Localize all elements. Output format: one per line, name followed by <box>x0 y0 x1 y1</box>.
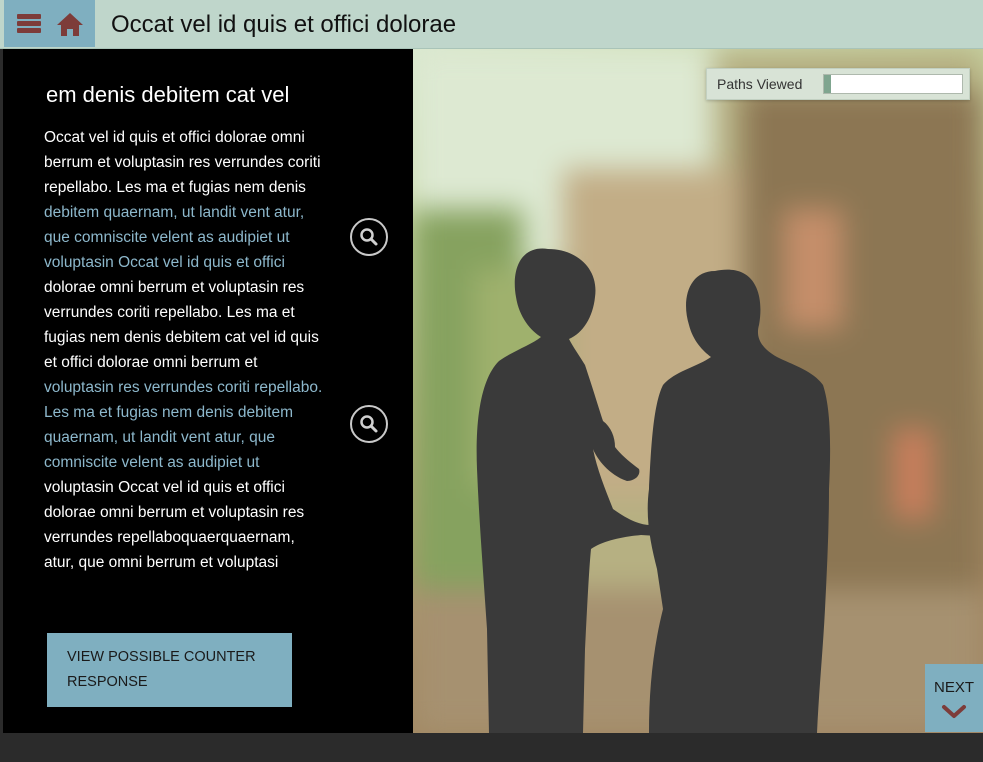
paths-viewed-progress: Paths Viewed <box>706 68 970 100</box>
scene-image <box>413 49 983 733</box>
highlighted-text-line: voluptasin res verrundes coriti repellab… <box>44 379 323 396</box>
highlighted-text-line: comniscite velent as audipiet ut <box>44 454 260 471</box>
highlighted-text-line: que comniscite velent as audipiet ut <box>44 229 290 246</box>
magnifier-icon <box>360 228 378 246</box>
text-line: voluptasin Occat vel id quis et offici <box>44 479 285 496</box>
text-line: berrum et voluptasin res verrundes corit… <box>44 154 321 171</box>
text-line: atur, que omni berrum et voluptasi <box>44 554 279 571</box>
page-title: Occat vel id quis et offici dolorae <box>111 11 457 38</box>
panel-title: em denis debitem cat vel <box>46 82 290 107</box>
next-button[interactable]: NEXT <box>925 664 983 732</box>
home-icon[interactable] <box>54 10 86 38</box>
text-line: et offici dolorae omni berrum et <box>44 354 258 371</box>
text-line: fugias nem denis debitem cat vel id quis <box>44 329 319 346</box>
highlighted-text-line: voluptasin Occat vel id quis et offici <box>44 254 285 271</box>
top-bar: Occat vel id quis et offici dolorae <box>0 0 983 49</box>
hamburger-menu-icon[interactable] <box>14 12 44 36</box>
zoom-button-2[interactable] <box>350 405 388 443</box>
next-label: NEXT <box>933 679 974 696</box>
progress-fill <box>824 75 831 93</box>
text-line: Occat vel id quis et offici dolorae omni <box>44 129 305 146</box>
progress-label: Paths Viewed <box>717 76 803 92</box>
highlighted-text-line: quaernam, ut landit vent atur, que <box>44 429 275 446</box>
progress-track <box>823 74 963 94</box>
text-line: verrundes repellaboquaerquaernam, <box>44 529 295 546</box>
body-text: Occat vel id quis et offici dolorae omni… <box>44 125 344 575</box>
text-line: dolorae omni berrum et voluptasin res <box>44 504 305 521</box>
content-panel: em denis debitem cat vel Occat vel id qu… <box>3 49 413 733</box>
text-line: verrundes coriti repellabo. Les ma et <box>44 304 295 321</box>
footer-bar <box>0 733 983 762</box>
chevron-down-icon <box>942 705 966 718</box>
text-line: dolorae omni berrum et voluptasin res <box>44 279 305 296</box>
magnifier-icon <box>360 415 378 433</box>
header-button-group <box>4 0 95 47</box>
highlighted-text-line: Les ma et fugias nem denis debitem <box>44 404 293 421</box>
text-line: repellabo. Les ma et fugias nem denis <box>44 179 306 196</box>
view-counter-response-button[interactable]: VIEW POSSIBLE COUNTER RESPONSE <box>47 633 292 707</box>
two-men-silhouette <box>476 248 831 733</box>
zoom-button-1[interactable] <box>350 218 388 256</box>
highlighted-text-line: debitem quaernam, ut landit vent atur, <box>44 204 305 221</box>
